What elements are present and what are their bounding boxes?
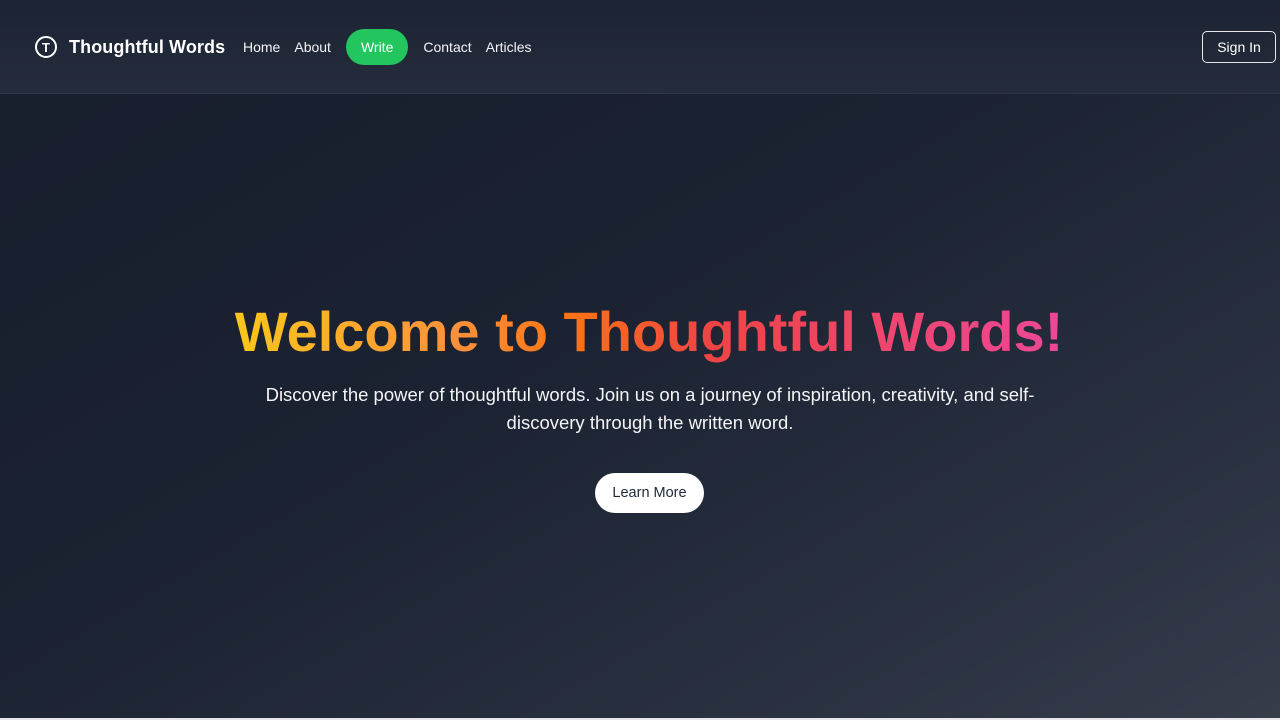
nav-link-about[interactable]: About	[287, 29, 338, 65]
hero-subtitle: Discover the power of thoughtful words. …	[265, 384, 1035, 433]
nav-link-write[interactable]: Write	[345, 29, 409, 65]
sign-in-button[interactable]: Sign In	[1202, 31, 1276, 63]
nav-link-contact[interactable]: Contact	[416, 29, 478, 65]
brand[interactable]: T Thoughtful Words	[35, 35, 225, 59]
hero-section: Welcome to Thoughtful Words! Discover th…	[0, 94, 1280, 720]
nav-link-home[interactable]: Home	[236, 29, 287, 65]
hero-title: Welcome to Thoughtful Words!	[0, 300, 1280, 364]
nav-link-articles[interactable]: Articles	[479, 29, 539, 65]
logo-letter: T	[42, 39, 50, 55]
learn-more-button[interactable]: Learn More	[595, 473, 704, 513]
navbar: T Thoughtful Words Home About Write Cont…	[0, 0, 1280, 94]
brand-name: Thoughtful Words	[69, 36, 226, 57]
nav-links: Home About Write Contact Articles	[236, 29, 539, 65]
t-circle-logo-icon: T	[35, 36, 57, 58]
